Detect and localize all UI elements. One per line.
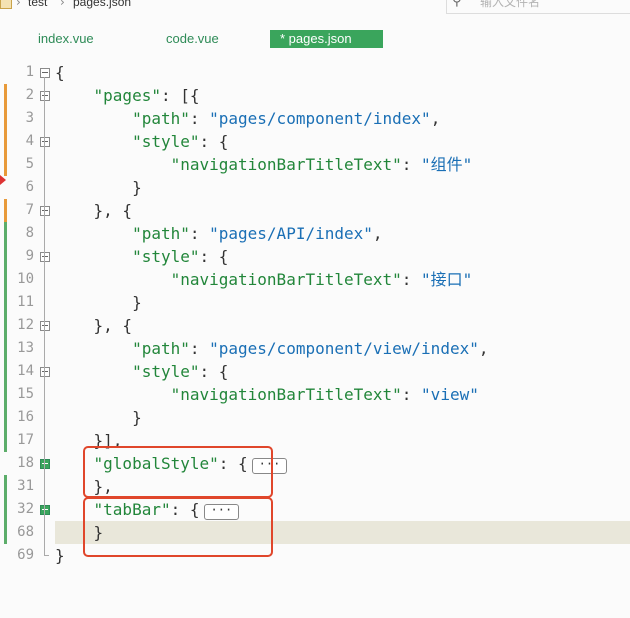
code-text: } — [55, 178, 142, 197]
tab-pages-json[interactable]: * pages.json — [270, 30, 383, 48]
code-text: } — [55, 293, 142, 312]
top-breadcrumb-bar: › test › pages.json ⚲ — [0, 0, 630, 14]
code-text: }, { — [55, 201, 133, 220]
fold-collapse-icon[interactable] — [40, 137, 50, 147]
tab-code-vue[interactable]: code.vue — [166, 30, 219, 48]
code-line[interactable]: 4 "style": { — [0, 130, 630, 153]
breadcrumb-project[interactable]: test — [28, 0, 47, 9]
code-line[interactable]: 15 "navigationBarTitleText": "view" — [0, 383, 630, 406]
line-number: 9 — [25, 248, 34, 264]
code-line[interactable]: 13 "path": "pages/component/view/index", — [0, 337, 630, 360]
line-number: 4 — [25, 133, 34, 149]
line-number: 17 — [17, 432, 34, 448]
fold-collapse-icon[interactable] — [40, 367, 50, 377]
code-text: "navigationBarTitleText": "组件" — [170, 155, 473, 174]
code-line[interactable]: 1{ — [0, 61, 630, 84]
code-line[interactable]: 10 "navigationBarTitleText": "接口" — [0, 268, 630, 291]
annotation-box-tabbar — [83, 497, 273, 557]
line-number: 10 — [17, 271, 34, 287]
fold-collapse-icon[interactable] — [40, 206, 50, 216]
breadcrumb-file[interactable]: pages.json — [73, 0, 131, 9]
code-text: "pages": [{ — [93, 86, 200, 105]
line-number: 31 — [17, 478, 34, 494]
fold-collapse-icon[interactable] — [40, 68, 50, 78]
line-number: 7 — [25, 202, 34, 218]
code-text: "path": "pages/component/index", — [132, 109, 441, 128]
line-number: 2 — [25, 87, 34, 103]
line-number: 6 — [25, 179, 34, 195]
code-line[interactable]: 6 } — [0, 176, 630, 199]
line-number: 3 — [25, 110, 34, 126]
fold-collapse-icon[interactable] — [40, 91, 50, 101]
line-number: 1 — [25, 64, 34, 80]
line-number: 12 — [17, 317, 34, 333]
code-text: "navigationBarTitleText": "接口" — [170, 270, 473, 289]
code-line[interactable]: 16 } — [0, 406, 630, 429]
search-icon[interactable]: ⚲ — [452, 0, 462, 9]
fold-collapse-icon[interactable] — [40, 252, 50, 262]
code-line[interactable]: 14 "style": { — [0, 360, 630, 383]
code-line[interactable]: 8 "path": "pages/API/index", — [0, 222, 630, 245]
code-text: } — [55, 546, 65, 565]
line-number: 8 — [25, 225, 34, 241]
fold-expand-icon[interactable] — [40, 505, 50, 515]
line-number: 68 — [17, 524, 34, 540]
fold-guide — [44, 77, 45, 555]
line-number: 5 — [25, 156, 34, 172]
code-line[interactable]: 7 }, { — [0, 199, 630, 222]
fold-guide-end — [44, 555, 49, 556]
code-text: "path": "pages/API/index", — [132, 224, 383, 243]
annotation-box-globalstyle — [83, 446, 273, 498]
code-editor[interactable]: 1{2 "pages": [{3 "path": "pages/componen… — [0, 60, 630, 618]
file-search-input[interactable] — [470, 0, 630, 10]
line-number: 13 — [17, 340, 34, 356]
line-number: 16 — [17, 409, 34, 425]
code-text: "style": { — [132, 247, 229, 266]
editor-tab-bar: index.vue code.vue * pages.json — [0, 14, 630, 58]
divider — [446, 0, 447, 13]
code-line[interactable]: 11 } — [0, 291, 630, 314]
code-text: }, { — [55, 316, 133, 335]
line-number: 18 — [17, 455, 34, 471]
tab-index-vue[interactable]: index.vue — [38, 30, 94, 48]
code-text: } — [55, 408, 142, 427]
code-text: "style": { — [132, 132, 229, 151]
line-number: 14 — [17, 363, 34, 379]
fold-expand-icon[interactable] — [40, 459, 50, 469]
code-text: "path": "pages/component/view/index", — [132, 339, 489, 358]
line-number: 15 — [17, 386, 34, 402]
code-text: { — [55, 63, 65, 82]
code-line[interactable]: 3 "path": "pages/component/index", — [0, 107, 630, 130]
folder-icon — [0, 0, 12, 9]
code-text: "navigationBarTitleText": "view" — [170, 385, 479, 404]
code-line[interactable]: 5 "navigationBarTitleText": "组件" — [0, 153, 630, 176]
code-text: "style": { — [132, 362, 229, 381]
code-line[interactable]: 9 "style": { — [0, 245, 630, 268]
chevron-right-icon: › — [16, 0, 21, 9]
line-number: 11 — [17, 294, 34, 310]
chevron-right-icon: › — [60, 0, 65, 9]
line-number: 69 — [17, 547, 34, 563]
code-line[interactable]: 12 }, { — [0, 314, 630, 337]
line-number: 32 — [17, 501, 34, 517]
code-line[interactable]: 2 "pages": [{ — [0, 84, 630, 107]
fold-collapse-icon[interactable] — [40, 321, 50, 331]
